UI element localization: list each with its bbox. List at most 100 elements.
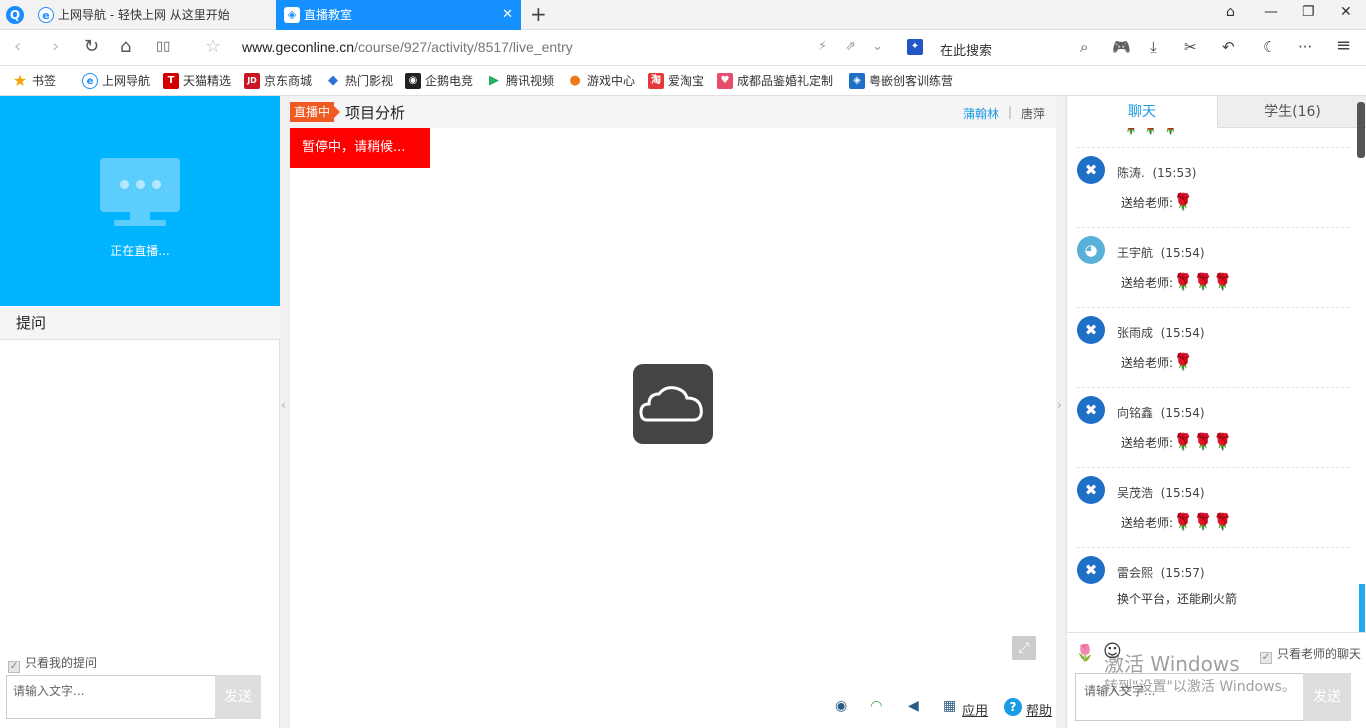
wifi-icon[interactable]: ◠ [871,698,882,714]
video-area: 直播中 项目分析 蒲翰林 | 唐萍 暂停中，请稍候... ⤢ ◉ ◠ ◀ ▦ 应… [290,96,1056,728]
bookmark-item[interactable]: e 上网导航 [82,66,150,96]
help-icon[interactable]: ? [1004,698,1022,716]
download-icon[interactable]: ⤓ [1150,38,1157,56]
close-tab-icon[interactable]: ✕ [502,0,513,30]
url-domain: www.geconline.cn [242,39,355,55]
skin-icon[interactable]: ⌂ [1226,4,1235,20]
site-logo-icon: ◈ [849,73,865,89]
course-title: 项目分析 [345,104,406,122]
forward-button[interactable]: › [52,36,59,57]
avatar[interactable]: ✖ [1077,396,1105,424]
avatar[interactable]: ✖ [1077,476,1105,504]
avatar[interactable]: ◕ [1077,236,1105,264]
teacher-separator: | [1008,105,1013,119]
game-icon: ● [569,73,581,88]
browser-tab-bar: Q e 上网导航 - 轻快上网 从这里开始 ◈ 直播教室 ✕ + ⌂ — ❐ ✕ [0,0,1366,30]
teacher-link[interactable]: 蒲翰林 [963,105,999,122]
left-collapse-handle[interactable]: ‹ [280,96,290,728]
tab-navigation[interactable]: e 上网导航 - 轻快上网 从这里开始 [30,0,276,30]
minimize-button[interactable]: — [1264,4,1278,20]
monitor-dot [136,180,145,189]
question-send-button[interactable]: 发送 [215,675,261,719]
scrollbar-position[interactable] [1359,584,1365,632]
bookmark-item[interactable]: ◈ 粤嵌创客训练营 [849,66,953,96]
back-button[interactable]: ‹ [14,36,21,57]
flash-icon[interactable]: ⚡ [818,39,827,54]
teacher-only-label: 只看老师的聊天 [1277,647,1362,661]
browser-logo-icon[interactable]: Q [6,6,24,24]
menu-icon[interactable]: ≡ [1336,35,1351,56]
list-item: ◕ 王宇航 (15:54) 送给老师:🌹🌹🌹 [1077,228,1349,308]
screenshot-cut-icon[interactable]: ✂ [1184,38,1197,56]
tab-chat[interactable]: 聊天 [1067,96,1217,128]
game-icon[interactable]: 🎮 [1112,38,1131,56]
chat-send-button[interactable]: 发送 [1303,673,1351,721]
reload-button[interactable]: ↻ [84,36,99,57]
apps-icon[interactable]: ▦ [943,698,956,714]
avatar[interactable]: ✖ [1077,316,1105,344]
bookmark-item[interactable]: 淘爱淘宝 [648,66,704,96]
bookmark-item[interactable]: ● 游戏中心 [567,66,635,96]
only-mine-checkbox[interactable]: ✓ 只看我的提问 [8,654,97,673]
broadcast-icon[interactable]: ◉ [835,698,847,714]
bookmark-item[interactable]: JD 京东商城 [244,66,312,96]
tab-live-classroom[interactable]: ◈ 直播教室 ✕ [276,0,521,30]
bookmark-label: 企鹅电竞 [425,74,474,88]
rose-icon: 🌹 [1173,272,1193,291]
volume-icon[interactable]: ◀ [908,698,919,714]
home-button[interactable]: ⌂ [120,36,131,57]
bookmark-item[interactable]: ♥ 成都品鉴婚礼定制 [717,66,833,96]
search-input[interactable]: 在此搜索 [940,40,992,59]
rose-icon: 🌹 [1192,512,1213,531]
search-engine-icon[interactable]: ✦ [907,39,923,55]
tab-title: 上网导航 - 轻快上网 从这里开始 [58,8,230,22]
reader-icon[interactable]: ▯▯ [156,39,170,54]
bookmark-item[interactable]: ◆ 热门影视 [325,66,393,96]
tab-title: 直播教室 [304,8,353,22]
windows-activation-hint: 转到"设置"以激活 Windows。 [1104,679,1296,695]
teacher-link[interactable]: 唐萍 [1021,105,1045,122]
bookmark-item[interactable]: ▶ 腾讯视频 [486,66,554,96]
taobao-icon: 淘 [648,73,664,89]
night-mode-icon[interactable]: ☾ [1263,38,1276,56]
rose-icon: 🌹 [1173,512,1193,531]
favorite-star-icon[interactable]: ☆ [205,36,221,57]
monitor-dot [120,180,129,189]
right-collapse-handle[interactable]: › [1056,96,1066,728]
chat-message-list: 🌹🌹🌹 ✖ 陈涛. (15:53) 送给老师:🌹 ◕ 王宇航 (15:54) 送… [1067,128,1357,632]
share-icon[interactable]: ⇗ [845,39,856,54]
close-window-button[interactable]: ✕ [1340,4,1352,20]
flower-icon[interactable]: 🌷 [1075,643,1095,662]
cloud-icon [633,364,713,444]
question-input[interactable]: 请输入文字... [6,675,216,719]
bookmark-label: 游戏中心 [587,74,636,88]
bookmark-label: 上网导航 [102,74,151,88]
live-status-text: 正在直播... [110,244,170,258]
more-icon[interactable]: ··· [1298,38,1312,56]
course-header: 直播中 项目分析 蒲翰林 | 唐萍 [290,96,1056,128]
bookmark-item[interactable]: ◉ 企鹅电竞 [405,66,473,96]
scrollbar-thumb[interactable] [1357,102,1365,158]
rose-icon: 🌹 [1173,352,1193,371]
tab-students[interactable]: 学生(16) [1217,96,1366,128]
avatar[interactable]: ✖ [1077,156,1105,184]
chat-user-name: 向铭鑫 (15:54) [1117,406,1205,420]
url-field[interactable]: www.geconline.cn/course/927/activity/851… [242,39,573,55]
apps-button[interactable]: 应用 [962,700,988,719]
fullscreen-icon[interactable]: ⤢ [1012,636,1036,660]
list-item: ✖ 向铭鑫 (15:54) 送给老师:🌹🌹🌹 [1077,388,1349,468]
list-item: ✖ 雷会熙 (15:57) 换个平台，还能刷火箭 [1077,548,1349,628]
new-tab-button[interactable]: + [530,2,547,26]
teacher-only-checkbox[interactable]: ✓ 只看老师的聊天 [1260,645,1361,664]
list-item: 🌹🌹🌹 [1077,128,1349,148]
help-button[interactable]: 帮助 [1026,700,1052,719]
chevron-down-icon[interactable]: ⌄ [872,39,883,54]
undo-icon[interactable]: ↶ [1222,38,1235,56]
rose-icon: 🌹 [1212,512,1233,531]
bookmark-item[interactable]: T 天猫精选 [163,66,231,96]
chat-message-text: 送给老师:🌹 [1121,192,1193,211]
search-icon[interactable]: ⌕ [1080,38,1088,56]
restore-button[interactable]: ❐ [1302,4,1315,20]
bookmark-folder[interactable]: ★ 书签 [12,66,56,96]
avatar[interactable]: ✖ [1077,556,1105,584]
